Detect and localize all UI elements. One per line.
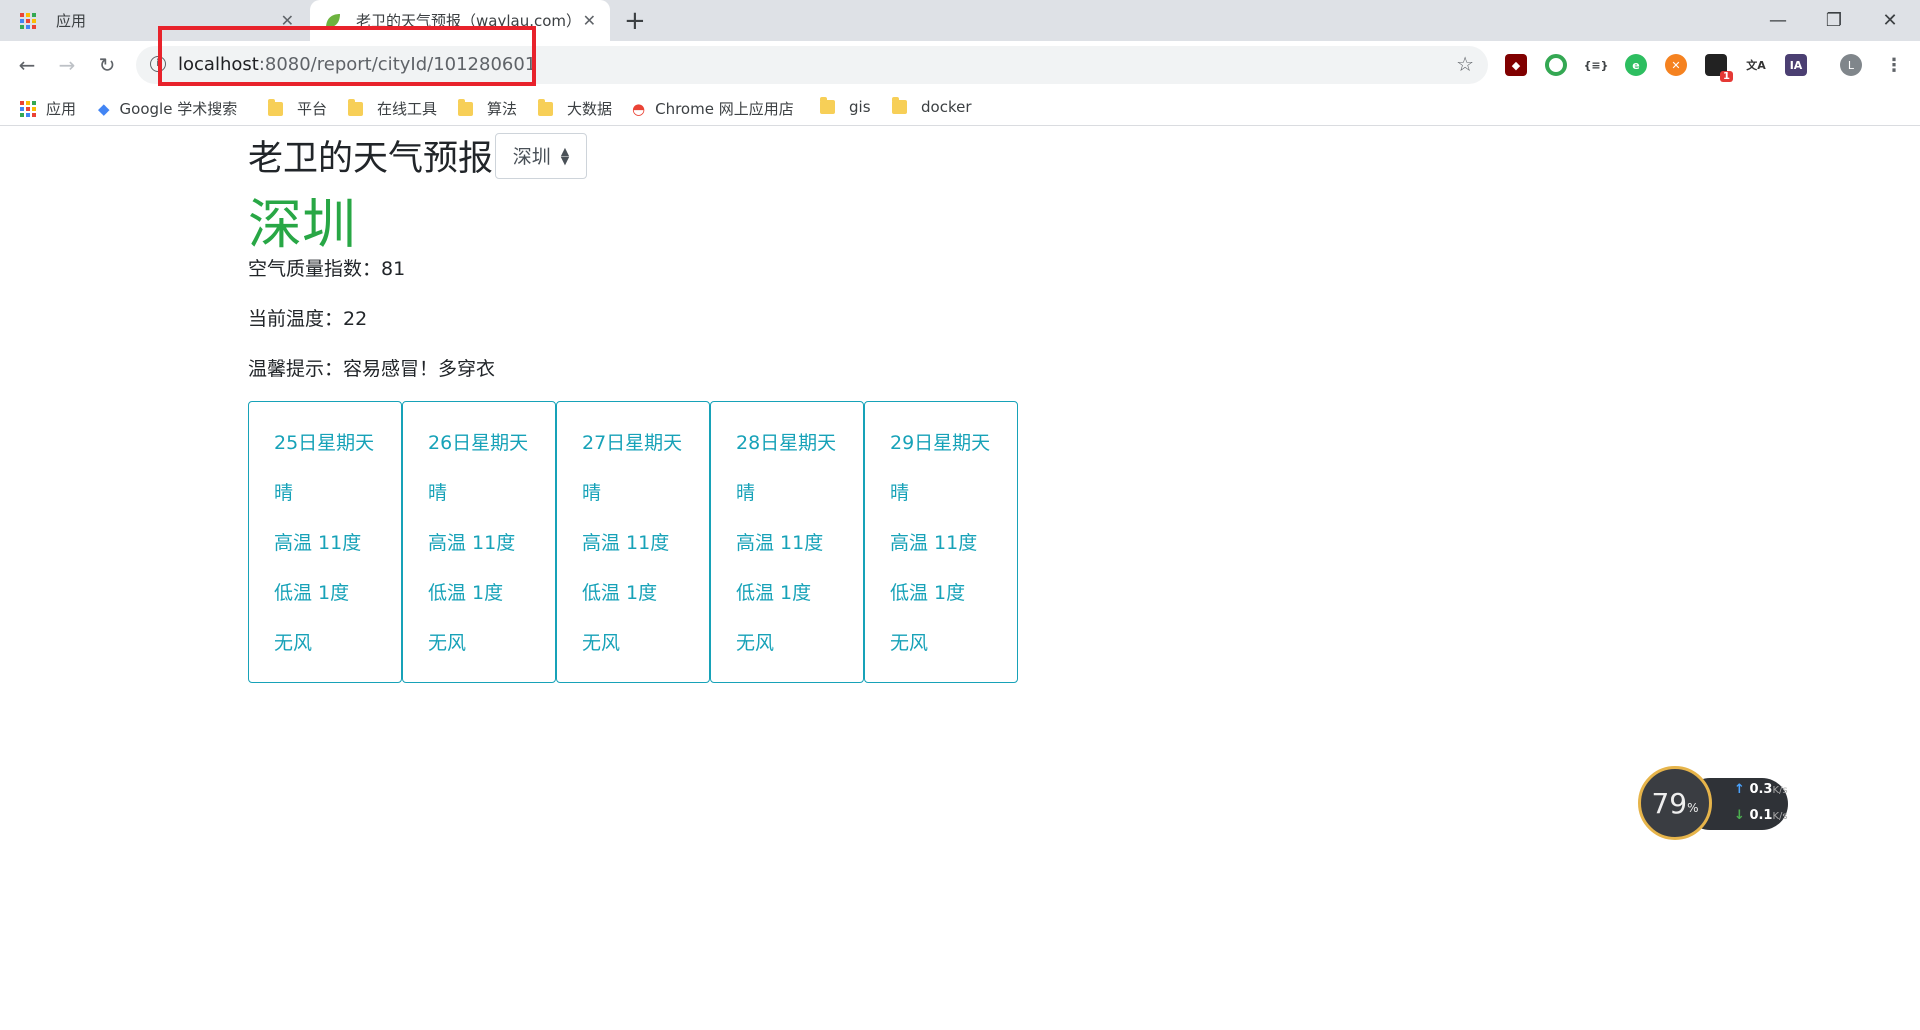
bookmark-label: Google 学术搜索: [119, 100, 238, 118]
bookmarks-bar: 应用 ◆ Google 学术搜索 平台 在线工具 算法 大数据 ◓ Chrome…: [0, 89, 1920, 126]
bookmark-folder-platform[interactable]: 平台: [268, 98, 327, 119]
forecast-wind: 无风: [582, 632, 621, 654]
usage-percent-unit: %: [1687, 801, 1699, 815]
bookmark-folder-docker[interactable]: docker: [892, 97, 972, 116]
bookmark-label: 大数据: [567, 100, 613, 118]
scholar-icon: ◆: [98, 99, 110, 118]
forward-icon[interactable]: →: [49, 47, 85, 83]
url-highlight-box: [158, 26, 536, 86]
bookmark-folder-algorithms[interactable]: 算法: [458, 98, 517, 119]
restore-button[interactable]: ❐: [1806, 0, 1862, 41]
forecast-wind: 无风: [736, 632, 775, 654]
city-select[interactable]: 深圳 ▲ ▼: [495, 132, 588, 179]
translate-icon[interactable]: 文A: [1745, 54, 1767, 76]
forecast-low: 低温 1度: [890, 582, 966, 604]
bookmark-label: gis: [849, 98, 871, 116]
forecast-date: 25日星期天: [274, 432, 375, 454]
bookmark-label: docker: [921, 98, 972, 116]
apps-grid-icon: [20, 100, 36, 117]
reload-icon[interactable]: ↻: [89, 47, 125, 83]
forecast-weather: 晴: [582, 482, 602, 504]
folder-icon: [458, 98, 473, 116]
forecast-wind: 无风: [274, 632, 313, 654]
bookmark-label: 应用: [46, 100, 77, 118]
city-select-value: 深圳: [512, 146, 551, 168]
webstore-icon: ◓: [632, 99, 646, 118]
forecast-date: 26日星期天: [428, 432, 529, 454]
folder-icon: [538, 98, 553, 116]
download-arrow-icon: ↓: [1734, 808, 1745, 823]
bookmark-label: Chrome 网上应用店: [655, 100, 794, 118]
bookmark-folder-bigdata[interactable]: 大数据: [538, 98, 612, 119]
ublock-icon[interactable]: ◆: [1505, 54, 1527, 76]
forecast-date: 29日星期天: [890, 432, 991, 454]
upload-arrow-icon: ↑: [1734, 782, 1745, 797]
postman-icon[interactable]: ✕: [1665, 54, 1687, 76]
forecast-card: 26日星期天 晴 高温 11度 低温 1度 无风: [402, 401, 556, 683]
aqi-text: 空气质量指数：81: [248, 258, 406, 280]
forecast-high: 高温 11度: [428, 532, 516, 554]
folder-icon: [820, 97, 835, 114]
bookmark-folder-online-tools[interactable]: 在线工具: [348, 98, 437, 119]
bookmark-label: 平台: [297, 100, 328, 118]
bookmark-star-icon[interactable]: ☆: [1456, 52, 1474, 76]
page-title: 老卫的天气预报: [248, 139, 494, 179]
forecast-high: 高温 11度: [890, 532, 978, 554]
bookmark-label: 算法: [487, 100, 518, 118]
folder-icon: [268, 98, 283, 116]
forecast-low: 低温 1度: [274, 582, 350, 604]
bookmark-google-scholar[interactable]: ◆ Google 学术搜索: [98, 98, 237, 119]
minimize-button[interactable]: —: [1750, 0, 1806, 41]
forecast-wind: 无风: [890, 632, 929, 654]
menu-dots-icon[interactable]: ⋮: [1883, 54, 1905, 76]
tip-text: 温馨提示：容易感冒！多穿衣: [248, 358, 496, 380]
select-arrows-icon: ▲ ▼: [560, 144, 570, 167]
close-window-button[interactable]: ✕: [1862, 0, 1918, 41]
forecast-date: 28日星期天: [736, 432, 837, 454]
usage-percent: 79: [1651, 786, 1688, 820]
cpu-usage-gauge: 79%: [1638, 766, 1712, 840]
close-tab-icon[interactable]: ✕: [583, 11, 596, 30]
forecast-date: 27日星期天: [582, 432, 683, 454]
bookmark-folder-gis[interactable]: gis: [820, 97, 871, 116]
forecast-card: 27日星期天 晴 高温 11度 低温 1度 无风: [556, 401, 710, 683]
bookmark-apps[interactable]: 应用: [20, 98, 76, 119]
forecast-low: 低温 1度: [428, 582, 504, 604]
forecast-cards: 25日星期天 晴 高温 11度 低温 1度 无风 26日星期天 晴 高温 11度…: [248, 401, 1018, 683]
bookmark-label: 在线工具: [377, 100, 438, 118]
back-icon[interactable]: ←: [9, 47, 45, 83]
forecast-high: 高温 11度: [274, 532, 362, 554]
folder-icon: [348, 98, 363, 116]
forecast-weather: 晴: [274, 482, 294, 504]
evernote-icon[interactable]: e: [1625, 54, 1647, 76]
extension-badge-icon[interactable]: 1: [1705, 54, 1733, 82]
forecast-high: 高温 11度: [582, 532, 670, 554]
json-viewer-icon[interactable]: {≡}: [1584, 54, 1608, 76]
upload-rate: ↑ 0.3K/s: [1734, 782, 1788, 797]
title-row: 老卫的天气预报 深圳 ▲ ▼: [248, 130, 588, 181]
chrome-ext-icon[interactable]: [1545, 54, 1567, 76]
forecast-weather: 晴: [736, 482, 756, 504]
forecast-low: 低温 1度: [736, 582, 812, 604]
forecast-card: 29日星期天 晴 高温 11度 低温 1度 无风: [864, 401, 1018, 683]
apps-grid-icon: [20, 12, 42, 30]
tab-label: 应用: [56, 12, 87, 30]
forecast-high: 高温 11度: [736, 532, 824, 554]
city-name-heading: 深圳: [248, 193, 356, 256]
current-temp-text: 当前温度：22: [248, 308, 368, 330]
forecast-weather: 晴: [428, 482, 448, 504]
ia-extension-icon[interactable]: IA: [1785, 54, 1807, 76]
folder-icon: [892, 97, 907, 114]
forecast-card: 28日星期天 晴 高温 11度 低温 1度 无风: [710, 401, 864, 683]
forecast-card: 25日星期天 晴 高温 11度 低温 1度 无风: [248, 401, 402, 683]
forecast-weather: 晴: [890, 482, 910, 504]
forecast-wind: 无风: [428, 632, 467, 654]
download-rate: ↓ 0.1K/s: [1734, 808, 1788, 823]
new-tab-button[interactable]: +: [624, 6, 646, 36]
profile-avatar[interactable]: L: [1840, 54, 1862, 76]
bookmark-chrome-webstore[interactable]: ◓ Chrome 网上应用店: [632, 98, 794, 119]
forecast-low: 低温 1度: [582, 582, 658, 604]
